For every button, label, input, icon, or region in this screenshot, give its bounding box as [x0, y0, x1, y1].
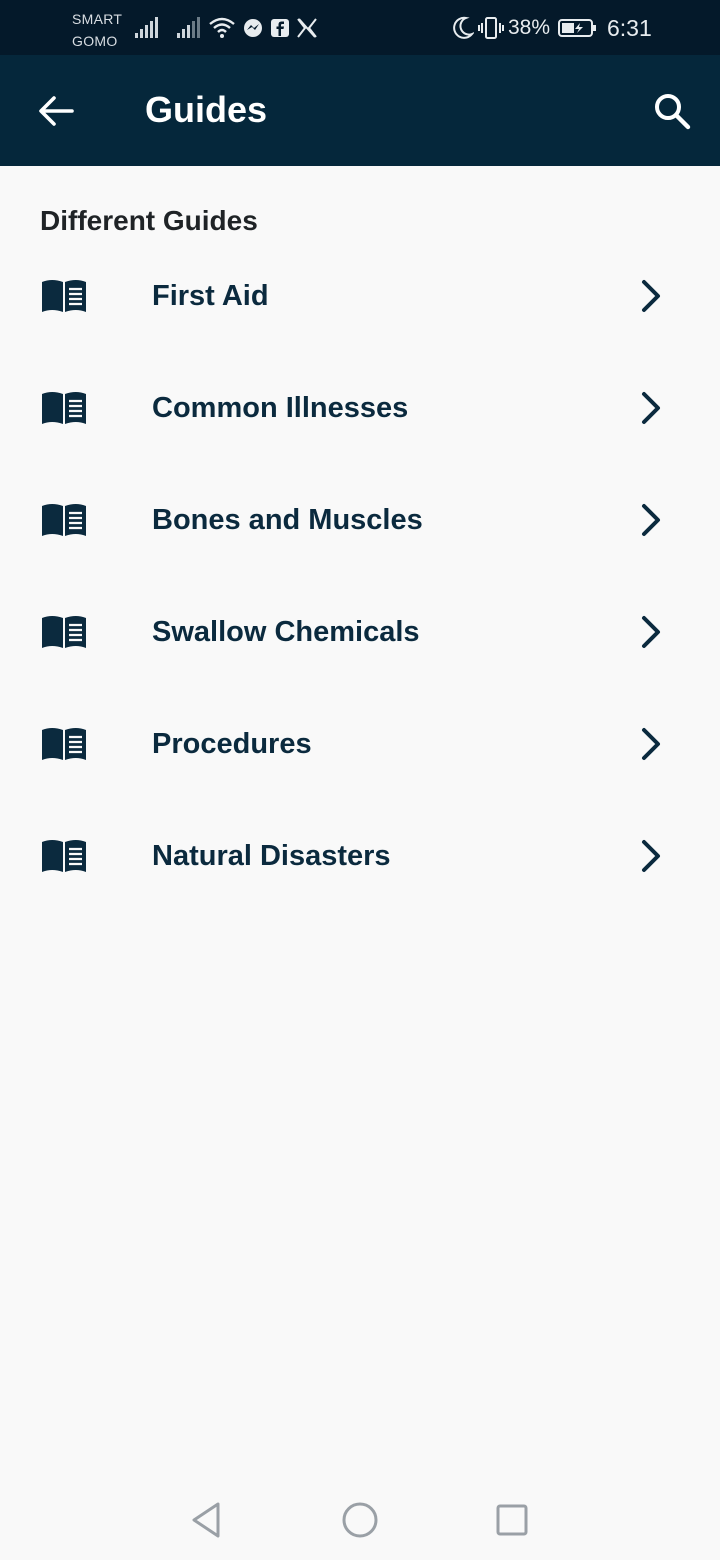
- chevron-right-icon: [642, 504, 660, 536]
- guide-item-first-aid[interactable]: First Aid: [0, 240, 720, 352]
- book-icon: [42, 504, 86, 536]
- guide-label: Swallow Chemicals: [152, 616, 420, 648]
- search-icon: [655, 94, 691, 130]
- facebook-icon: [271, 19, 289, 37]
- book-icon: [42, 728, 86, 760]
- book-icon: [42, 280, 86, 312]
- back-arrow-icon: [39, 96, 74, 126]
- app-bar: Guides: [0, 55, 720, 166]
- carrier-line-2: GOMO: [72, 33, 118, 49]
- status-bar: SMART GOMO 38% 6:31: [0, 0, 720, 55]
- chevron-right-icon: [642, 728, 660, 760]
- back-triangle-icon: [192, 1502, 220, 1538]
- book-icon: [42, 840, 86, 872]
- home-circle-icon: [342, 1502, 378, 1538]
- guide-item-procedures[interactable]: Procedures: [0, 688, 720, 800]
- carrier-line-1: SMART: [72, 11, 123, 27]
- battery-icon: [558, 19, 597, 37]
- status-icons-right: 38%: [452, 14, 598, 42]
- guide-label: Common Illnesses: [152, 392, 409, 424]
- chevron-right-icon: [642, 392, 660, 424]
- carrier-label: SMART GOMO: [72, 8, 122, 52]
- nav-home-button[interactable]: [336, 1496, 384, 1544]
- system-nav-bar: [0, 1476, 720, 1560]
- guide-item-common-illnesses[interactable]: Common Illnesses: [0, 352, 720, 464]
- battery-percent: 38%: [508, 16, 551, 39]
- chevron-right-icon: [642, 280, 660, 312]
- guide-list: First Aid Common Illnesses Bones and Mus…: [0, 240, 720, 912]
- search-button[interactable]: [644, 83, 700, 139]
- chevron-right-icon: [642, 616, 660, 648]
- guide-item-swallow-chemicals[interactable]: Swallow Chemicals: [0, 576, 720, 688]
- clock: 6:31: [607, 15, 652, 41]
- back-button[interactable]: [30, 85, 82, 137]
- status-icons-left: [134, 14, 318, 42]
- guide-label: Procedures: [152, 728, 312, 760]
- guide-item-bones-and-muscles[interactable]: Bones and Muscles: [0, 464, 720, 576]
- wifi-icon: [209, 17, 235, 38]
- book-icon: [42, 616, 86, 648]
- section-heading: Different Guides: [40, 205, 258, 236]
- recents-square-icon: [496, 1504, 528, 1536]
- guide-label: First Aid: [152, 280, 269, 312]
- messenger-icon: [244, 19, 262, 37]
- nav-back-button[interactable]: [182, 1496, 230, 1544]
- page-title: Guides: [145, 89, 268, 130]
- guide-item-natural-disasters[interactable]: Natural Disasters: [0, 800, 720, 912]
- x-icon: [297, 18, 317, 38]
- moon-icon: [453, 16, 474, 39]
- vibrate-icon: [478, 17, 504, 39]
- book-icon: [42, 392, 86, 424]
- chevron-right-icon: [642, 840, 660, 872]
- signal-icon: [135, 17, 158, 38]
- nav-recents-button[interactable]: [488, 1496, 536, 1544]
- guide-label: Natural Disasters: [152, 840, 391, 872]
- signal-icon: [177, 17, 200, 38]
- guide-label: Bones and Muscles: [152, 504, 423, 536]
